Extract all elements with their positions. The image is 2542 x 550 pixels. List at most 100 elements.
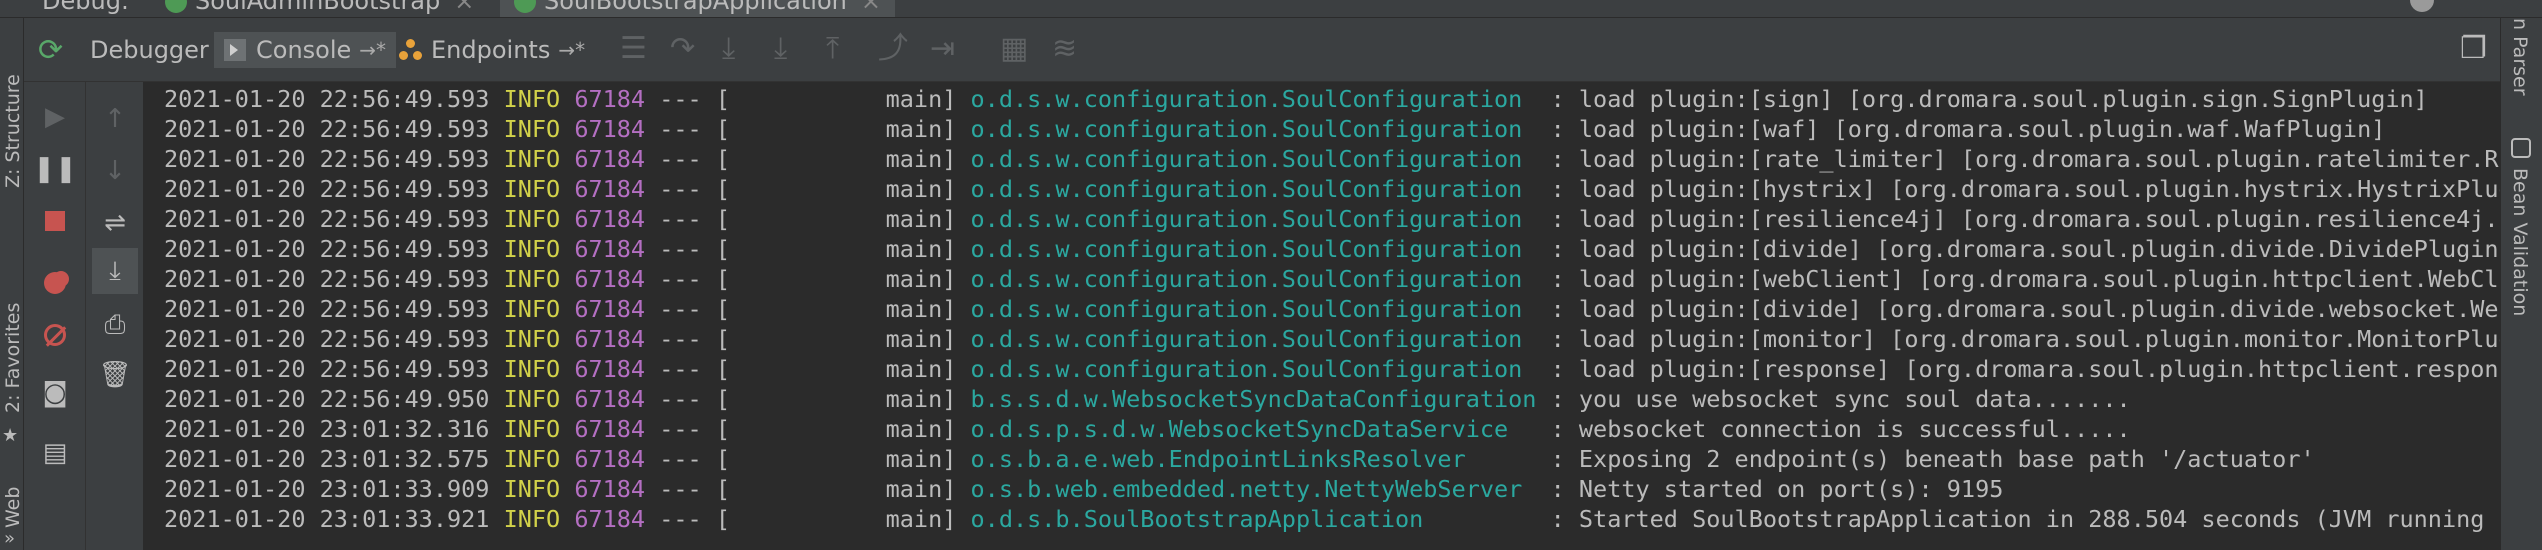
log-timestamp: 2021-01-20 22:56:49.593 — [164, 355, 490, 383]
view-breakpoints-icon[interactable] — [38, 266, 72, 300]
log-separator: --- — [659, 235, 702, 263]
close-icon[interactable]: × — [454, 0, 474, 15]
log-message: : Netty started on port(s): 9195 — [1536, 475, 2004, 503]
pause-icon[interactable]: ❚❚ — [33, 152, 77, 186]
console-icon — [224, 39, 246, 61]
camera-icon[interactable]: ◙ — [38, 376, 72, 410]
log-separator: --- — [659, 475, 702, 503]
log-thread: [ main] — [715, 475, 957, 503]
log-message: : you use websocket sync soul data......… — [1536, 385, 2131, 413]
resume-icon[interactable]: ▶ — [38, 100, 72, 134]
log-logger: o.s.b.web.embedded.netty.NettyWebServer — [970, 475, 1537, 503]
log-level: INFO — [503, 205, 561, 233]
debug-actions-bar: ▶ ❚❚ ◙ ▤ — [24, 82, 86, 550]
mute-breakpoints-icon[interactable] — [38, 318, 72, 352]
console-line: 2021-01-20 23:01:32.316 INFO 67184 --- [… — [164, 414, 2131, 444]
log-logger: o.d.s.w.configuration.SoulConfiguration — [970, 325, 1537, 353]
log-timestamp: 2021-01-20 23:01:33.921 — [164, 505, 490, 533]
step-over-icon[interactable]: ↷ — [670, 34, 695, 64]
trace-icon[interactable]: ≋ — [1052, 34, 1077, 64]
console-line: 2021-01-20 23:01:32.575 INFO 67184 --- [… — [164, 444, 2315, 474]
console-line: 2021-01-20 22:56:49.593 INFO 67184 --- [… — [164, 324, 2500, 354]
console-line: 2021-01-20 22:56:49.950 INFO 67184 --- [… — [164, 384, 2131, 414]
right-tool-stripe: n Parser Bean Validation — [2500, 18, 2542, 550]
gear-icon[interactable] — [2410, 0, 2434, 12]
log-pid: 67184 — [574, 385, 646, 413]
restore-layout-icon[interactable]: ❐ — [2460, 34, 2487, 64]
force-step-into-icon[interactable]: ⤓ — [774, 34, 787, 64]
log-logger: o.d.s.w.configuration.SoulConfiguration — [970, 265, 1537, 293]
log-timestamp: 2021-01-20 23:01:32.575 — [164, 445, 490, 473]
log-level: INFO — [503, 415, 561, 443]
log-logger: o.d.s.w.configuration.SoulConfiguration — [970, 115, 1537, 143]
drop-frame-icon[interactable]: ⤴ — [878, 34, 908, 64]
tab-soul-bootstrap-application[interactable]: SoulBootstrapApplication × — [500, 0, 895, 17]
log-separator: --- — [659, 145, 702, 173]
stop-icon[interactable] — [38, 204, 72, 238]
web-label: Web — [2, 486, 24, 528]
close-icon[interactable]: × — [861, 0, 881, 15]
step-into-icon[interactable]: ⤓ — [722, 34, 735, 64]
log-message: : load plugin:[waf] [org.dromara.soul.pl… — [1536, 115, 2386, 143]
tab-endpoints[interactable]: Endpoints →* — [399, 32, 585, 68]
log-message: : load plugin:[rate_limiter] [org.dromar… — [1536, 145, 2500, 173]
log-pid: 67184 — [574, 205, 646, 233]
run-to-cursor-icon[interactable]: ⇥ — [930, 34, 955, 64]
log-timestamp: 2021-01-20 22:56:49.593 — [164, 115, 490, 143]
menu-icon[interactable]: ☰ — [620, 34, 647, 64]
tab-debugger[interactable]: Debugger — [90, 32, 209, 68]
log-logger: o.s.b.a.e.web.EndpointLinksResolver — [970, 445, 1537, 473]
tab-soul-admin-bootstrap[interactable]: SoulAdminBootstrap × — [165, 0, 474, 15]
log-message: : load plugin:[divide] [org.dromara.soul… — [1536, 235, 2500, 263]
log-pid: 67184 — [574, 235, 646, 263]
log-thread: [ main] — [715, 205, 957, 233]
log-level: INFO — [503, 115, 561, 143]
log-level: INFO — [503, 445, 561, 473]
pin-icon[interactable]: →* — [558, 38, 585, 62]
log-thread: [ main] — [715, 445, 957, 473]
debugger-label: Debugger — [90, 36, 209, 64]
evaluate-icon[interactable]: ▦ — [1000, 34, 1028, 64]
log-thread: [ main] — [715, 295, 957, 323]
log-level: INFO — [503, 505, 561, 533]
console-output[interactable]: 2021-01-20 22:56:49.593 INFO 67184 --- [… — [144, 82, 2500, 550]
log-timestamp: 2021-01-20 22:56:49.593 — [164, 235, 490, 263]
log-pid: 67184 — [574, 115, 646, 143]
log-logger: o.d.s.w.configuration.SoulConfiguration — [970, 205, 1537, 233]
log-level: INFO — [503, 175, 561, 203]
log-thread: [ main] — [715, 355, 957, 383]
log-logger: o.d.s.w.configuration.SoulConfiguration — [970, 85, 1537, 113]
log-separator: --- — [659, 85, 702, 113]
log-separator: --- — [659, 175, 702, 203]
pin-icon[interactable]: →* — [359, 38, 386, 62]
step-out-icon[interactable]: ⤒ — [826, 34, 839, 64]
log-thread: [ main] — [715, 175, 957, 203]
log-level: INFO — [503, 325, 561, 353]
log-message: : Started SoulBootstrapApplication in 28… — [1536, 505, 2500, 533]
up-arrow-icon[interactable]: ↑ — [98, 102, 132, 136]
log-timestamp: 2021-01-20 22:56:49.593 — [164, 175, 490, 203]
log-message: : load plugin:[webClient] [org.dromara.s… — [1536, 265, 2500, 293]
console-line: 2021-01-20 22:56:49.593 INFO 67184 --- [… — [164, 84, 2428, 114]
print-icon[interactable]: ⎙ — [98, 308, 132, 342]
tab-console[interactable]: Console →* — [214, 32, 397, 68]
console-line: 2021-01-20 22:56:49.593 INFO 67184 --- [… — [164, 234, 2500, 264]
spring-boot-icon — [514, 0, 536, 13]
log-timestamp: 2021-01-20 22:56:49.950 — [164, 385, 490, 413]
scroll-to-end-icon[interactable]: ⤓ — [92, 248, 138, 294]
rerun-icon[interactable]: ⟳ — [38, 36, 63, 66]
more-icon[interactable]: » — [4, 528, 15, 549]
log-timestamp: 2021-01-20 22:56:49.593 — [164, 325, 490, 353]
spring-boot-icon — [165, 0, 187, 13]
trash-icon[interactable]: 🗑 — [98, 358, 132, 392]
log-pid: 67184 — [574, 145, 646, 173]
log-timestamp: 2021-01-20 22:56:49.593 — [164, 85, 490, 113]
soft-wrap-icon[interactable]: ⇌ — [98, 206, 132, 240]
log-logger: o.d.s.p.s.d.w.WebsocketSyncDataService — [970, 415, 1537, 443]
down-arrow-icon[interactable]: ↓ — [98, 154, 132, 188]
console-line: 2021-01-20 22:56:49.593 INFO 67184 --- [… — [164, 174, 2500, 204]
log-thread: [ main] — [715, 145, 957, 173]
layout-icon[interactable]: ▤ — [38, 436, 72, 470]
star-icon: ★ — [2, 425, 19, 446]
log-pid: 67184 — [574, 85, 646, 113]
